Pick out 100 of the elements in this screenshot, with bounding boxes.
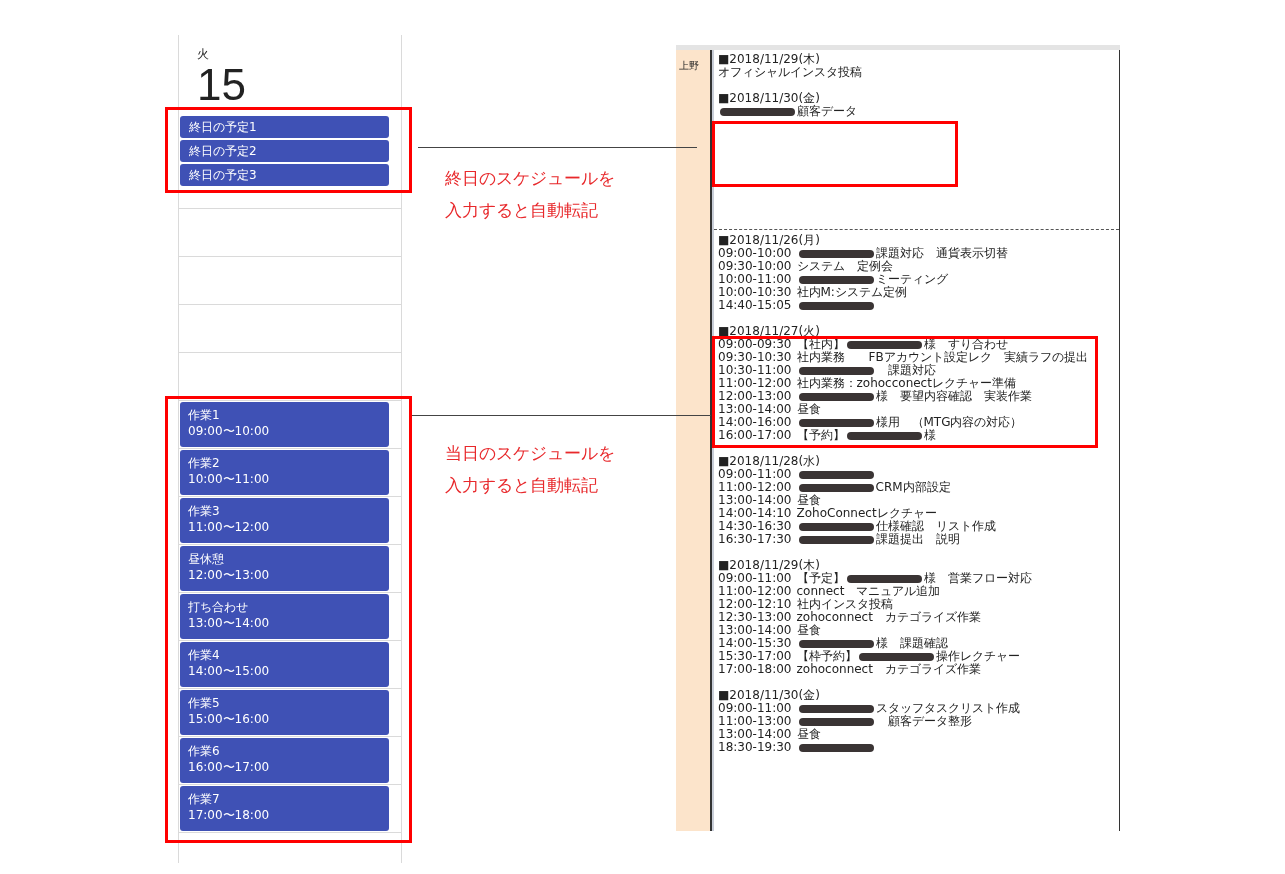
entry-text: 様 要望内容確認 実装作業 <box>875 390 1032 403</box>
entry-text: ミーティング <box>875 273 948 286</box>
entry-time: 13:00-14:00 <box>718 728 792 741</box>
event-time: 15:00〜16:00 <box>188 711 270 727</box>
entry-time: 09:30-10:00 <box>718 260 792 273</box>
entry-time: 16:00-17:00 <box>718 429 792 442</box>
entry-time: 09:30-10:30 <box>718 351 792 364</box>
entry-text: connect マニュアル追加 <box>796 585 941 598</box>
entry-text: システム 定例会 <box>796 260 893 273</box>
event-time: 13:00〜14:00 <box>188 615 270 631</box>
entry-time: 11:00-12:00 <box>718 481 792 494</box>
timed-event[interactable]: 作業3 11:00〜12:00 <box>180 498 389 543</box>
all-day-event[interactable]: 終日の予定3 <box>180 164 389 186</box>
date-heading: ■2018/11/28(水) <box>718 455 820 468</box>
event-time: 17:00〜18:00 <box>188 807 270 823</box>
entry-text: 昼食 <box>796 494 821 507</box>
event-time: 10:00〜11:00 <box>188 471 270 487</box>
entry-time: 14:00-14:10 <box>718 507 792 520</box>
timed-event[interactable]: 打ち合わせ 13:00〜14:00 <box>180 594 389 639</box>
entry-text: zohoconnect カテゴライズ作業 <box>796 663 981 676</box>
entry-time: 09:00-11:00 <box>718 572 792 585</box>
entry-time: 12:00-13:00 <box>718 390 792 403</box>
timed-event[interactable]: 作業5 15:00〜16:00 <box>180 690 389 735</box>
entry-time: 11:00-13:00 <box>718 715 792 728</box>
timed-event[interactable]: 昼休憩 12:00〜13:00 <box>180 546 389 591</box>
entry-text: スタッフタスクリスト作成 <box>875 702 1020 715</box>
entry-time: 09:00-10:00 <box>718 247 792 260</box>
entry-text: 昼食 <box>796 403 821 416</box>
event-time: 16:00〜17:00 <box>188 759 270 775</box>
date-heading: ■2018/11/27(火) <box>718 325 820 338</box>
entry-text: 様 営業フロー対応 <box>923 572 1032 585</box>
entry-text: 様 <box>923 429 936 442</box>
event-title: 作業4 <box>188 647 220 663</box>
event-title: 作業3 <box>188 503 220 519</box>
entry-time: 15:30-17:00 <box>718 650 792 663</box>
entry-text: 社内業務 FBアカウント設定レク 実績ラフの提出 <box>796 351 1088 364</box>
entry-text: 顧客データ整形 <box>886 715 972 728</box>
entry-time: 09:00-11:00 <box>718 468 792 481</box>
timed-event[interactable]: 作業7 17:00〜18:00 <box>180 786 389 831</box>
day-number: 15 <box>197 63 246 107</box>
event-time: 14:00〜15:00 <box>188 663 270 679</box>
annotation-text: 入力すると自動転記 <box>445 474 599 497</box>
entry-time: 09:00-11:00 <box>718 702 792 715</box>
event-title: 昼休憩 <box>188 551 224 567</box>
event-title: 作業5 <box>188 695 220 711</box>
timed-event[interactable]: 作業2 10:00〜11:00 <box>180 450 389 495</box>
entry-text: オフィシャルインスタ投稿 <box>718 66 862 79</box>
event-title: 作業2 <box>188 455 220 471</box>
entry-time: 10:00-10:30 <box>718 286 792 299</box>
entry-text: 昼食 <box>796 728 821 741</box>
annotation-text: 入力すると自動転記 <box>445 199 599 222</box>
entry-text: 【予約】 <box>796 429 845 442</box>
entry-time: 12:00-12:10 <box>718 598 792 611</box>
entry-time: 14:00-15:30 <box>718 637 792 650</box>
entry-text: 課題提出 説明 <box>875 533 960 546</box>
timed-event[interactable]: 作業4 14:00〜15:00 <box>180 642 389 687</box>
event-title: 作業7 <box>188 791 220 807</box>
entry-time: 10:30-11:00 <box>718 364 792 377</box>
entry-time: 13:00-14:00 <box>718 403 792 416</box>
entry-time: 09:00-09:30 <box>718 338 792 351</box>
entry-time: 16:30-17:30 <box>718 533 792 546</box>
entry-text: zohoconnect カテゴライズ作業 <box>796 611 981 624</box>
entry-time: 13:00-14:00 <box>718 494 792 507</box>
entry-text: CRM内部設定 <box>875 481 951 494</box>
date-heading: ■2018/11/30(金) <box>718 689 820 702</box>
entry-time: 12:30-13:00 <box>718 611 792 624</box>
entry-text: 様 課題確認 <box>875 637 948 650</box>
entry-text: 社内M:システム定例 <box>796 286 907 299</box>
date-heading: ■2018/11/29(木) <box>718 559 820 572</box>
event-title: 打ち合わせ <box>188 599 248 615</box>
entry-text: ZohoConnectレクチャー <box>796 507 937 520</box>
entry-text: 社内業務：zohocconectレクチャー準備 <box>796 377 1016 390</box>
entry-time: 11:00-12:00 <box>718 377 792 390</box>
date-heading: ■2018/11/29(木) <box>718 53 820 66</box>
entry-text: 課題対応 通貨表示切替 <box>875 247 1008 260</box>
entry-time: 14:40-15:05 <box>718 299 792 312</box>
entry-text: 課題対応 <box>886 364 936 377</box>
all-day-event[interactable]: 終日の予定2 <box>180 140 389 162</box>
event-time: 09:00〜10:00 <box>188 423 270 439</box>
annotation-text: 当日のスケジュールを <box>445 442 615 465</box>
entry-time: 13:00-14:00 <box>718 624 792 637</box>
entry-time: 14:00-16:00 <box>718 416 792 429</box>
entry-text: 様 すり合わせ <box>923 338 1008 351</box>
event-time: 11:00〜12:00 <box>188 519 270 535</box>
entry-text: 様用 （MTG内容の対応） <box>875 416 1023 429</box>
entry-text: 操作レクチャー <box>935 650 1020 663</box>
event-title: 作業6 <box>188 743 220 759</box>
timed-event[interactable]: 作業6 16:00〜17:00 <box>180 738 389 783</box>
timed-event[interactable]: 作業1 09:00〜10:00 <box>180 402 389 447</box>
event-time: 12:00〜13:00 <box>188 567 270 583</box>
date-heading: ■2018/11/30(金) <box>718 92 820 105</box>
weekday-label: 火 <box>197 46 209 63</box>
entry-time: 18:30-19:30 <box>718 741 792 754</box>
entry-text: 社内インスタ投稿 <box>796 598 893 611</box>
event-title: 作業1 <box>188 407 220 423</box>
entry-time: 17:00-18:00 <box>718 663 792 676</box>
annotation-text: 終日のスケジュールを <box>445 167 615 190</box>
entry-text: 仕様確認 リスト作成 <box>875 520 996 533</box>
entry-text: 【予定】 <box>796 572 845 585</box>
all-day-event[interactable]: 終日の予定1 <box>180 116 389 138</box>
